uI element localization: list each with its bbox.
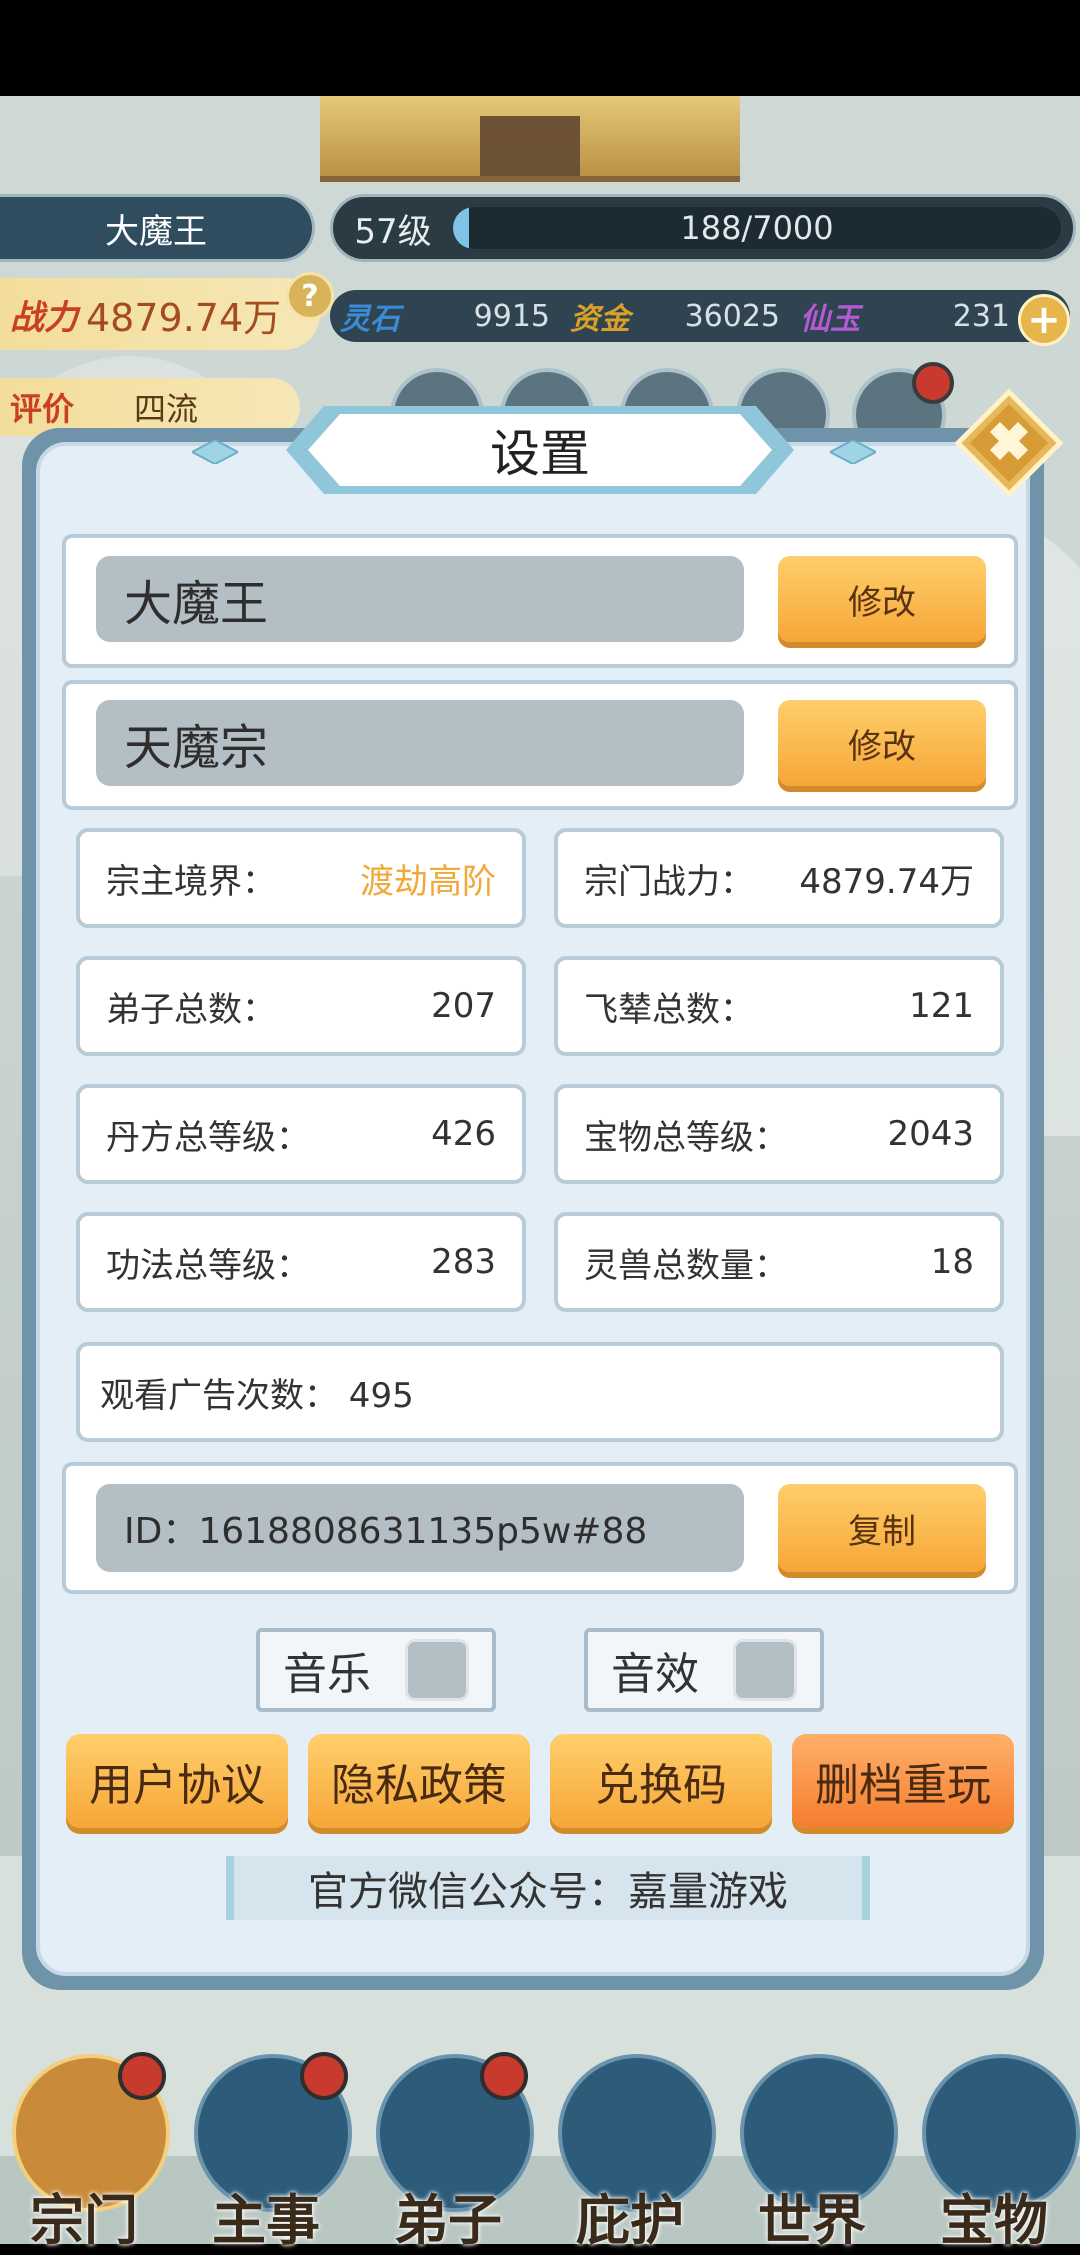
modify-sect-button[interactable]: 修改 [778,700,986,786]
player-name-field[interactable]: 大魔王 [96,556,744,642]
close-icon[interactable] [954,388,1064,498]
stat-label: 宗主境界： [106,861,276,902]
stat-label: 灵兽总数量： [584,1245,788,1286]
music-toggle[interactable]: 音乐 [256,1628,496,1712]
exp-bar: 188/7000 [453,207,1061,249]
modify-name-button[interactable]: 修改 [778,556,986,642]
stat-disciples: 弟子总数： 207 [76,956,526,1056]
nav-shelter[interactable]: 庇护 [550,2054,716,2252]
stat-value: 渡劫高阶 [360,861,496,902]
copy-id-button[interactable]: 复制 [778,1484,986,1572]
stat-techniques-level: 功法总等级： 283 [76,1212,526,1312]
stat-spirit-beasts: 灵兽总数量： 18 [554,1212,1004,1312]
stat-sect-master-realm: 宗主境界： 渡劫高阶 [76,828,526,928]
redeem-code-button[interactable]: 兑换码 [550,1734,772,1828]
nav-label: 主事 [212,2188,320,2252]
resource-value: 36025 [684,298,780,334]
sfx-label: 音效 [611,1649,699,1700]
nav-world[interactable]: 世界 [732,2054,898,2252]
nav-badge [480,2052,528,2100]
privacy-policy-button[interactable]: 隐私政策 [308,1734,530,1828]
nav-label: 庇护 [576,2188,684,2252]
exp-text: 188/7000 [680,209,834,247]
nav-label: 世界 [758,2188,866,2252]
help-icon[interactable]: ? [286,272,334,320]
add-currency-icon[interactable]: + [1018,294,1070,346]
nav-treasure[interactable]: 宝物 [914,2054,1080,2252]
delete-restart-button[interactable]: 删档重玩 [792,1734,1014,1828]
level-bar: 57级 188/7000 [330,194,1076,262]
stat-value: 4879.74万 [799,861,974,902]
stat-label: 宗门战力： [584,861,754,902]
rating-value: 四流 [134,390,199,428]
music-label: 音乐 [283,1649,371,1700]
background-temple [320,96,740,182]
ad-views-text: 观看广告次数： 495 [100,1375,414,1416]
resource-funds: 资金 36025 [560,294,790,338]
combat-power: 战力 4879.74万 [0,278,320,350]
resource-value: 231 [952,298,1010,334]
stat-value: 121 [909,986,974,1026]
nav-badge [118,2052,166,2100]
user-agreement-button[interactable]: 用户协议 [66,1734,288,1828]
player-id-field: ID：1618808631135p5w#88 [96,1484,744,1572]
dialog-title: 设置 [490,425,590,483]
stat-value: 426 [431,1114,496,1154]
stat-value: 18 [930,1242,974,1282]
resource-value: 9915 [473,298,550,334]
stat-treasures-level: 宝物总等级： 2043 [554,1084,1004,1184]
nav-label: 宗门 [30,2188,138,2252]
stat-flying-vessels: 飞辇总数： 121 [554,956,1004,1056]
resource-label: 仙玉 [800,302,860,337]
diamond-icon [192,440,238,464]
stat-label: 弟子总数： [106,989,276,1030]
rating-label: 评价 [10,390,75,428]
resource-label: 灵石 [340,302,400,337]
stat-recipes-level: 丹方总等级： 426 [76,1084,526,1184]
resource-bar: 灵石 9915 资金 36025 仙玉 231 [330,290,1070,342]
stat-label: 飞辇总数： [584,989,754,1030]
level-text: 57级 [354,211,432,252]
resource-spirit-stone: 灵石 9915 [330,294,560,338]
stat-label: 丹方总等级： [106,1117,310,1158]
stat-sect-power: 宗门战力： 4879.74万 [554,828,1004,928]
sfx-checkbox[interactable] [733,1639,797,1701]
power-label: 战力 [10,297,78,338]
sfx-toggle[interactable]: 音效 [584,1628,824,1712]
player-name: 大魔王 [105,211,207,252]
ad-views-panel: 观看广告次数： 495 [76,1342,1004,1442]
music-checkbox[interactable] [405,1639,469,1701]
nav-label: 宝物 [940,2188,1048,2252]
nav-badge [300,2052,348,2100]
wechat-account-text: 官方微信公众号：嘉量游戏 [226,1856,870,1920]
power-value: 4879.74万 [86,295,282,340]
sect-name-field[interactable]: 天魔宗 [96,700,744,786]
resource-label: 资金 [570,302,630,337]
diamond-icon [830,440,876,464]
notification-dot [912,362,954,404]
stat-value: 283 [431,1242,496,1282]
stat-label: 功法总等级： [106,1245,310,1286]
stat-label: 宝物总等级： [584,1117,788,1158]
player-name-badge[interactable]: 大魔王 [0,194,315,262]
stat-value: 2043 [887,1114,974,1154]
nav-label: 弟子 [394,2188,502,2252]
stat-value: 207 [431,986,496,1026]
